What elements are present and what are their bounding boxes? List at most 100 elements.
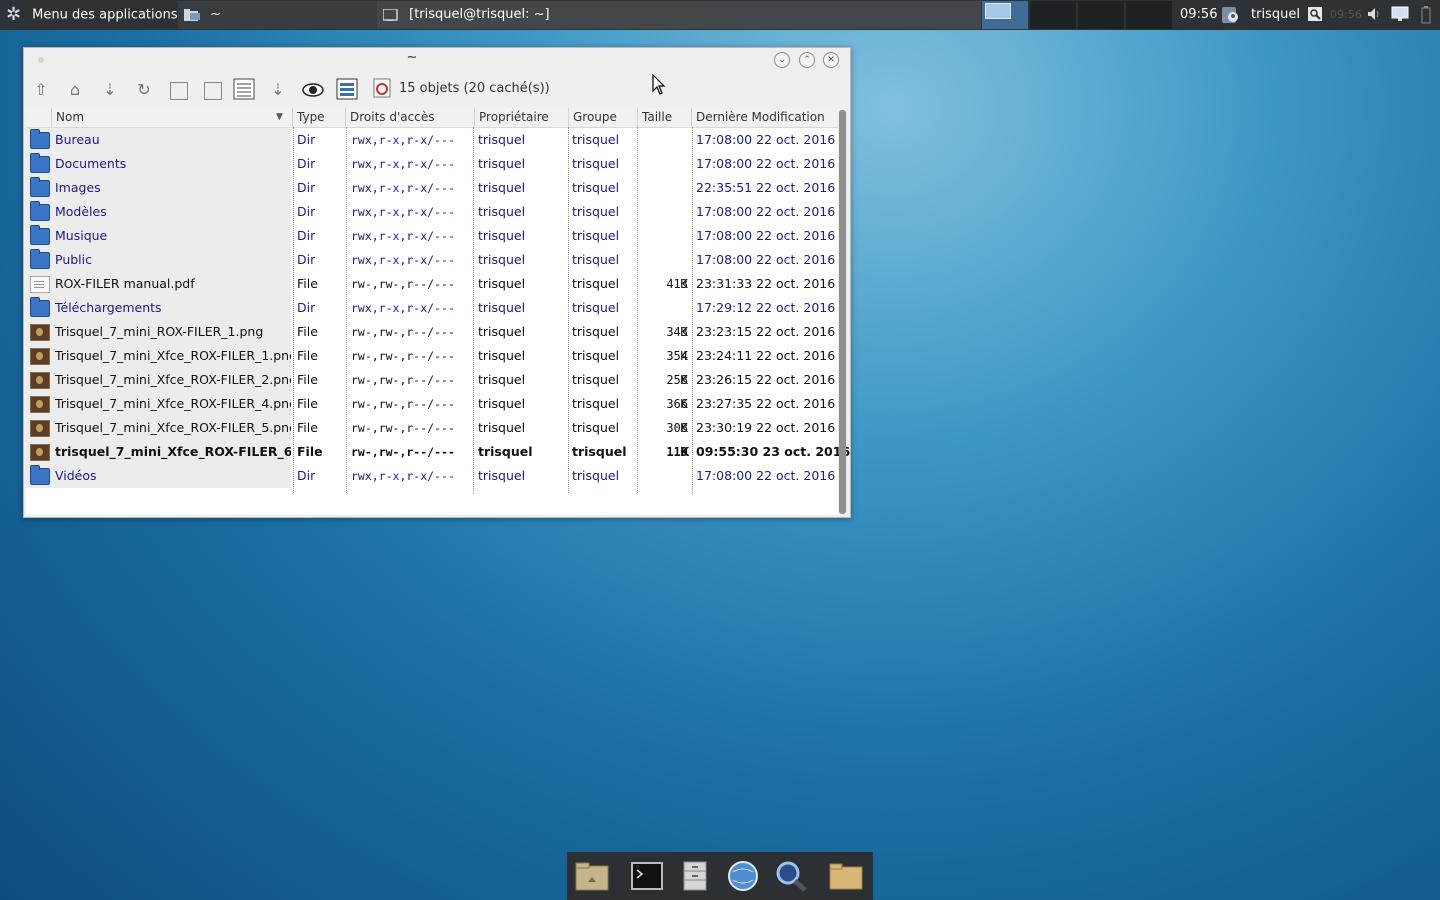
file-row[interactable]: Images Dir rwx,r-x,r-x/--- trisquel trisquel…: [26, 176, 838, 200]
file-row[interactable]: Vidéos Dir rwx,r-x,r-x/--- trisquel trisquel…: [26, 464, 838, 488]
file-name-label: Trisquel_7_mini_Xfce_ROX-FILER_1.png: [55, 348, 291, 363]
window-titlebar[interactable]: ~ ⌄ ⌃ ✕: [24, 48, 850, 72]
details-view-icon[interactable]: [232, 78, 256, 102]
workspace-3[interactable]: [1078, 1, 1124, 29]
file-row[interactable]: trisquel_7_mini_Xfce_ROX-FILER_6.png File…: [26, 440, 850, 464]
file-row[interactable]: Documents Dir rwx,r-x,r-x/--- trisquel trisq…: [26, 152, 838, 176]
volume-icon[interactable]: [1366, 6, 1382, 24]
help-icon[interactable]: [370, 78, 394, 102]
file-owner: trisquel: [478, 348, 526, 363]
screenshot-tray-icon[interactable]: [1307, 6, 1323, 24]
network-icon[interactable]: [1391, 6, 1409, 24]
file-row[interactable]: ROX-FILER manual.pdf File rw-,rw-,r--/--- t…: [26, 272, 838, 296]
file-modified: 17:08:00 22 oct. 2016: [696, 132, 836, 147]
file-type: Dir: [297, 228, 316, 243]
file-owner: trisquel: [478, 252, 526, 267]
file-group: trisquel: [572, 348, 620, 363]
taskbar-item-terminal[interactable]: [trisquel@trisquel: ~]: [377, 1, 981, 29]
file-row[interactable]: Trisquel_7_mini_Xfce_ROX-FILER_5.png File…: [26, 416, 838, 440]
file-row[interactable]: Public Dir rwx,r-x,r-x/--- trisquel trisquel…: [26, 248, 838, 272]
workspace-2[interactable]: [1030, 1, 1076, 29]
file-group: trisquel: [572, 228, 620, 243]
file-row[interactable]: Téléchargements Dir rwx,r-x,r-x/--- trisque…: [26, 296, 838, 320]
file-size-unit: K: [680, 421, 688, 435]
file-row[interactable]: Modèles Dir rwx,r-x,r-x/--- trisquel trisque…: [26, 200, 838, 224]
file-row[interactable]: Musique Dir rwx,r-x,r-x/--- trisquel trisque…: [26, 224, 838, 248]
workspace-4[interactable]: [1126, 1, 1172, 29]
column-header-type[interactable]: Type: [292, 108, 346, 127]
file-group: trisquel: [572, 372, 620, 387]
maximize-button[interactable]: ⌃: [799, 52, 815, 68]
file-owner: trisquel: [478, 444, 533, 459]
battery-icon[interactable]: [1418, 6, 1434, 24]
file-group: trisquel: [572, 132, 620, 147]
file-type: File: [297, 444, 323, 459]
taskbar-item-label: ~: [210, 7, 222, 22]
home-icon[interactable]: ⌂: [63, 78, 87, 102]
file-name-label: Trisquel_7_mini_Xfce_ROX-FILER_5.png: [55, 420, 291, 435]
show-hidden-icon[interactable]: [301, 78, 325, 102]
file-row[interactable]: Bureau Dir rwx,r-x,r-x/--- trisquel trisquel…: [26, 128, 838, 152]
file-size: [636, 224, 688, 248]
column-header-permissions[interactable]: Droits d'accès: [345, 108, 475, 127]
file-name: Vidéos: [26, 464, 291, 488]
sort-icon[interactable]: ⇣: [266, 78, 290, 102]
select-icon[interactable]: [335, 78, 359, 102]
file-size-unit: K: [680, 445, 690, 459]
file-cabinet-icon[interactable]: [677, 860, 713, 892]
up-icon[interactable]: ⇧: [29, 78, 53, 102]
image-thumbnail-icon: [30, 444, 50, 461]
file-row[interactable]: Trisquel_7_mini_ROX-FILER_1.png File rw-,r…: [26, 320, 838, 344]
file-name: Documents: [26, 152, 291, 176]
file-size: [636, 176, 688, 200]
column-header-name[interactable]: Nom: [51, 108, 297, 127]
resize-icon[interactable]: [204, 82, 222, 100]
file-group: trisquel: [572, 468, 620, 483]
new-window-icon[interactable]: [170, 82, 188, 100]
file-type: Dir: [297, 156, 316, 171]
column-header-owner[interactable]: Propriétaire: [474, 108, 569, 127]
username-label[interactable]: trisquel: [1251, 0, 1300, 30]
taskbar-item-file-manager[interactable]: ~: [178, 1, 379, 29]
file-row[interactable]: Trisquel_7_mini_Xfce_ROX-FILER_2.png File…: [26, 368, 838, 392]
file-size: [636, 248, 688, 272]
vertical-scrollbar[interactable]: [839, 110, 846, 514]
web-browser-icon[interactable]: [725, 860, 761, 892]
file-owner: trisquel: [478, 132, 526, 147]
file-name-label: Modèles: [55, 204, 107, 219]
applications-menu-button[interactable]: ✲ Menu des applications: [6, 0, 178, 30]
file-permissions: rwx,r-x,r-x/---: [351, 301, 455, 315]
user-switch-icon[interactable]: [1220, 0, 1242, 30]
file-type: Dir: [297, 252, 316, 267]
workspace-1[interactable]: [982, 1, 1028, 29]
folder-icon[interactable]: [828, 860, 864, 892]
file-row[interactable]: Trisquel_7_mini_Xfce_ROX-FILER_1.png File…: [26, 344, 838, 368]
file-owner: trisquel: [478, 372, 526, 387]
file-group: trisquel: [572, 420, 620, 435]
file-owner: trisquel: [478, 396, 526, 411]
folder-icon: [30, 177, 50, 197]
file-name-label: Vidéos: [55, 468, 97, 483]
file-permissions: rwx,r-x,r-x/---: [351, 205, 455, 219]
refresh-icon[interactable]: ↻: [132, 78, 156, 102]
file-name-label: Documents: [55, 156, 127, 171]
search-icon[interactable]: [773, 860, 809, 892]
file-list[interactable]: Nom ▼ Type Droits d'accès Propriétaire G…: [26, 108, 850, 515]
file-group: trisquel: [572, 444, 627, 459]
file-row[interactable]: Trisquel_7_mini_Xfce_ROX-FILER_4.png File…: [26, 392, 838, 416]
home-folder-icon[interactable]: [574, 860, 610, 892]
file-owner: trisquel: [478, 180, 526, 195]
file-name: Trisquel_7_mini_ROX-FILER_1.png: [26, 320, 291, 344]
minimize-button[interactable]: ⌄: [774, 52, 790, 68]
file-modified: 17:29:12 22 oct. 2016: [696, 300, 836, 315]
bookmarks-icon[interactable]: ⇣: [98, 78, 122, 102]
clock[interactable]: 09:56: [1180, 0, 1217, 30]
column-header-modified[interactable]: Dernière Modification: [691, 108, 838, 127]
column-header-group[interactable]: Groupe: [568, 108, 638, 127]
folder-icon: [30, 297, 50, 317]
file-owner: trisquel: [478, 468, 526, 483]
column-header: Nom ▼ Type Droits d'accès Propriétaire G…: [26, 108, 838, 128]
column-header-size[interactable]: Taille: [637, 108, 692, 127]
terminal-icon[interactable]: [629, 860, 665, 892]
close-button[interactable]: ✕: [823, 52, 839, 68]
